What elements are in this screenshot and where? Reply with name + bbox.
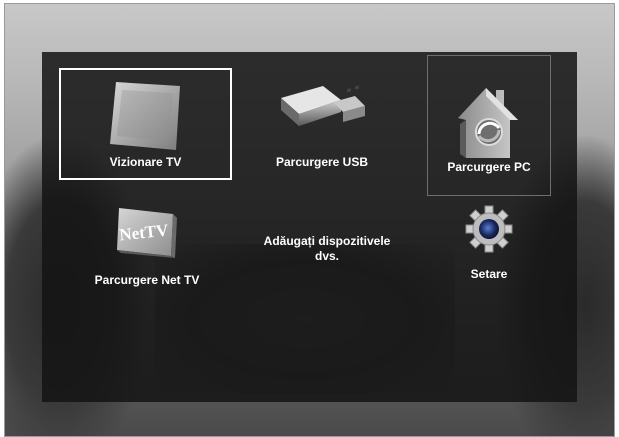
net-tv-icon: NetTV (117, 208, 177, 258)
menu-item-label: Adăugați dispozitivele dvs. (263, 234, 391, 263)
pc-network-icon (458, 88, 518, 158)
home-menu-panel: Vizionare TV Parcurgere USB Parcurgere P… (42, 52, 577, 402)
menu-item-label: Parcurgere PC (447, 160, 531, 174)
menu-item-label: Vizionare TV (109, 155, 182, 169)
menu-item-label: Parcurgere Net TV (94, 273, 200, 287)
tv-icon (109, 82, 180, 150)
menu-item-browse-net-tv[interactable]: NetTV Parcurgere Net TV (82, 200, 212, 296)
menu-item-setup[interactable]: Setare (427, 204, 551, 290)
tv-screen: Vizionare TV Parcurgere USB Parcurgere P… (4, 3, 615, 437)
menu-item-label: Parcurgere USB (275, 155, 369, 169)
gear-icon (465, 205, 513, 253)
menu-item-watch-tv[interactable]: Vizionare TV (59, 68, 232, 180)
menu-item-browse-usb[interactable]: Parcurgere USB (242, 68, 402, 180)
menu-item-label: Setare (470, 267, 508, 281)
menu-item-add-devices[interactable]: Adăugați dispozitivele dvs. (257, 220, 397, 264)
menu-item-browse-pc[interactable]: Parcurgere PC (427, 55, 551, 196)
usb-icon (281, 85, 365, 126)
